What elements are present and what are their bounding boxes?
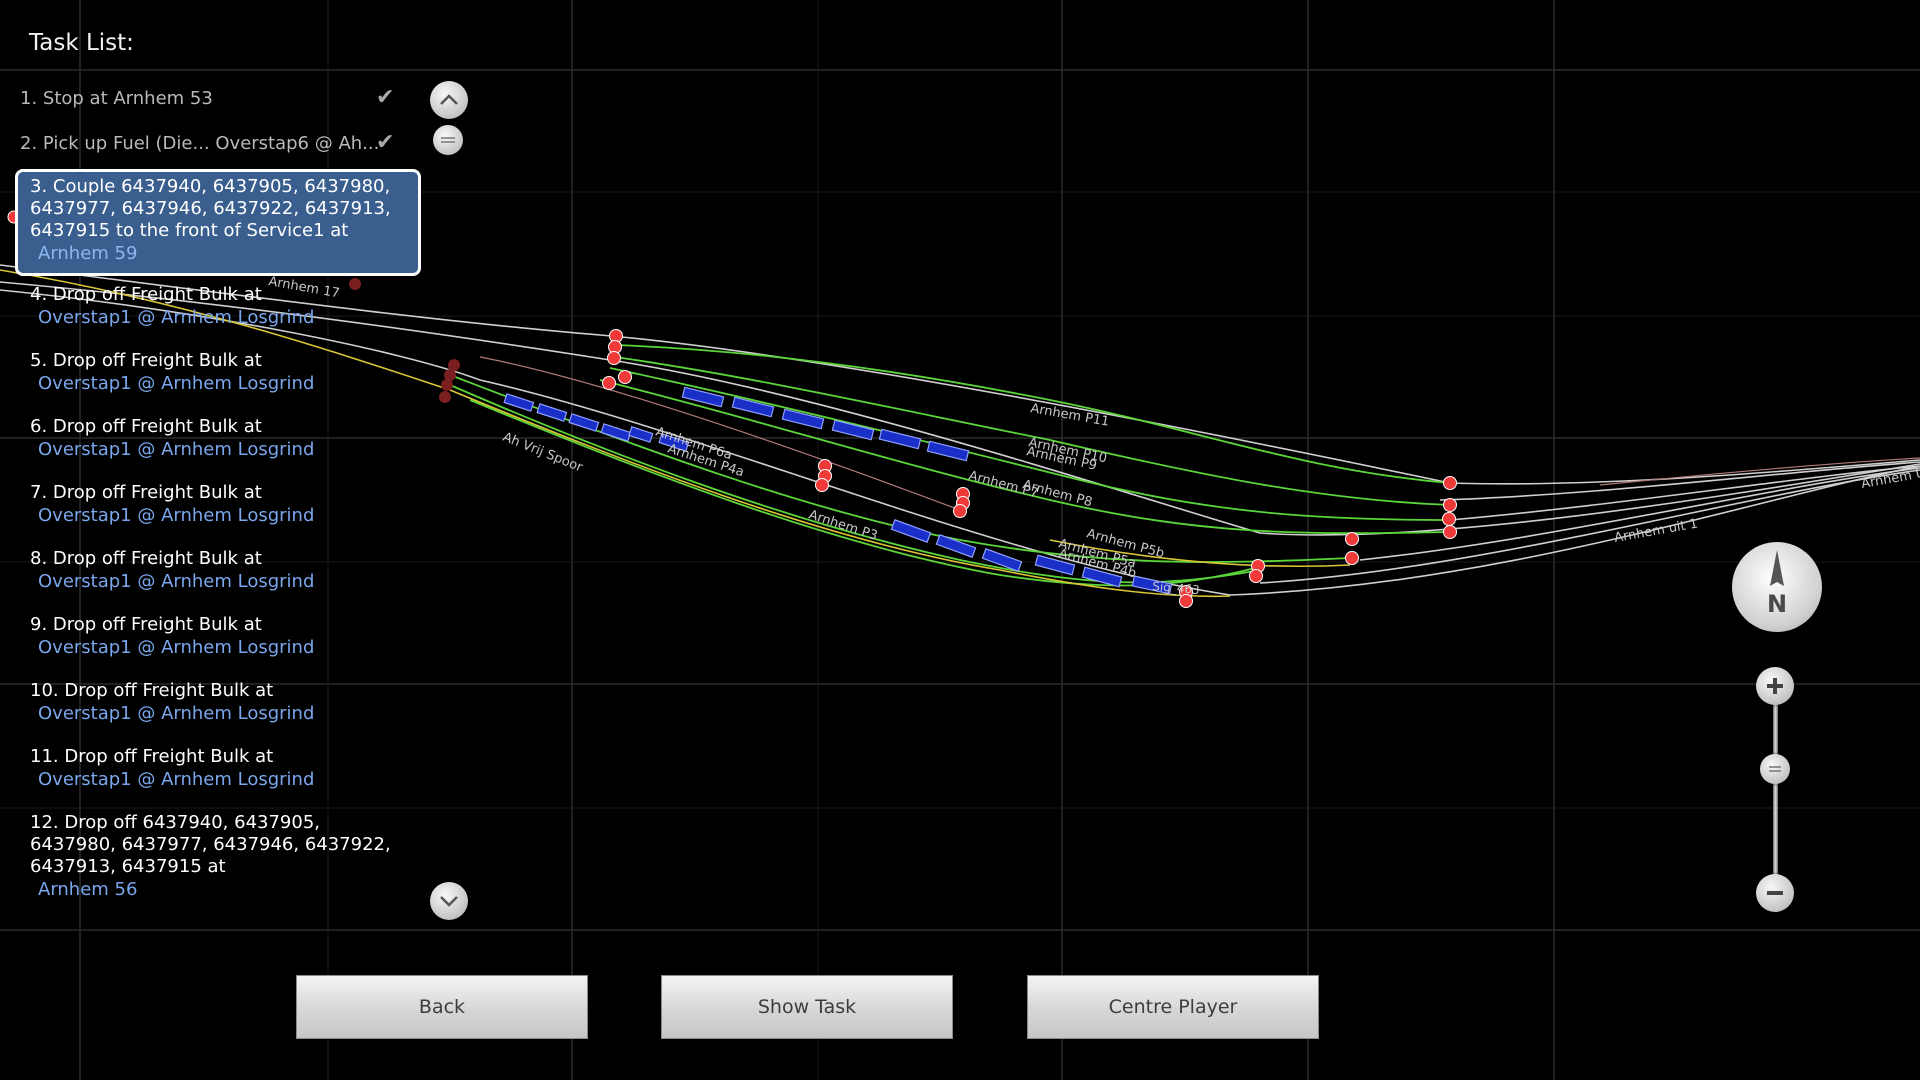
task-item-1[interactable]: 1. Stop at Arnhem 53 [20, 88, 420, 110]
task-item-location[interactable]: Arnhem 56 [30, 879, 410, 901]
zoom-slider-handle[interactable] [1760, 754, 1790, 784]
chevron-up-icon [440, 94, 458, 105]
scroll-thumb[interactable] [433, 125, 463, 155]
task-item-6[interactable]: 6. Drop off Freight Bulk at Overstap1 @ … [30, 416, 430, 461]
chevron-down-icon [440, 896, 458, 907]
task-item-location[interactable]: Overstap1 @ Arnhem Losgrind [30, 769, 430, 791]
compass-label: N [1766, 590, 1788, 618]
zoom-in-button[interactable] [1756, 667, 1794, 705]
task-item-location[interactable]: Overstap1 @ Arnhem Losgrind [30, 373, 430, 395]
task-item-text: 1. Stop at Arnhem 53 [20, 88, 213, 109]
grip-lines-icon [1769, 766, 1781, 772]
back-button[interactable]: Back [296, 975, 588, 1039]
task-item-text: 5. Drop off Freight Bulk at [30, 350, 262, 371]
minus-icon [1767, 891, 1783, 895]
task-item-2[interactable]: 2. Pick up Fuel (Die... Overstap6 @ Ah..… [20, 133, 420, 155]
north-arrow-icon [1770, 550, 1784, 586]
task-item-text: 3. Couple 6437940, 6437905, 6437980, 643… [30, 176, 391, 241]
task-item-location[interactable]: Overstap1 @ Arnhem Losgrind [30, 307, 430, 329]
task-item-text: 10. Drop off Freight Bulk at [30, 680, 274, 701]
compass[interactable]: N [1732, 542, 1822, 632]
task-item-text: 6. Drop off Freight Bulk at [30, 416, 262, 437]
task-item-8[interactable]: 8. Drop off Freight Bulk at Overstap1 @ … [30, 548, 430, 593]
task-item-5[interactable]: 5. Drop off Freight Bulk at Overstap1 @ … [30, 350, 430, 395]
task-item-location[interactable]: Overstap1 @ Arnhem Losgrind [30, 703, 430, 725]
task-list-title: Task List: [29, 30, 134, 56]
zoom-slider-track[interactable] [1773, 690, 1778, 890]
task-item-7[interactable]: 7. Drop off Freight Bulk at Overstap1 @ … [30, 482, 430, 527]
zoom-out-button[interactable] [1756, 874, 1794, 912]
task-item-location[interactable]: Arnhem 59 [30, 243, 408, 265]
task-item-text: 9. Drop off Freight Bulk at [30, 614, 262, 635]
task-item-9[interactable]: 9. Drop off Freight Bulk at Overstap1 @ … [30, 614, 430, 659]
task-item-location[interactable]: Overstap1 @ Arnhem Losgrind [30, 637, 430, 659]
task-item-text: 4. Drop off Freight Bulk at [30, 284, 262, 305]
checkmark-icon: ✔ [376, 85, 395, 110]
task-item-text: 12. Drop off 6437940, 6437905, 6437980, … [30, 812, 391, 877]
grip-lines-icon [441, 137, 455, 143]
show-task-button[interactable]: Show Task [661, 975, 953, 1039]
task-item-3-selected[interactable]: 3. Couple 6437940, 6437905, 6437980, 643… [15, 169, 421, 276]
task-item-10[interactable]: 10. Drop off Freight Bulk at Overstap1 @… [30, 680, 430, 725]
task-item-text: 8. Drop off Freight Bulk at [30, 548, 262, 569]
plus-icon [1767, 678, 1783, 694]
task-item-location[interactable]: Overstap1 @ Arnhem Losgrind [30, 571, 430, 593]
centre-player-button[interactable]: Centre Player [1027, 975, 1319, 1039]
task-item-4[interactable]: 4. Drop off Freight Bulk at Overstap1 @ … [30, 284, 430, 329]
task-item-12[interactable]: 12. Drop off 6437940, 6437905, 6437980, … [30, 812, 410, 901]
task-item-location[interactable]: Overstap1 @ Arnhem Losgrind [30, 505, 430, 527]
task-list-panel: Task List: 1. Stop at Arnhem 53 ✔ 2. Pic… [0, 0, 480, 940]
task-item-11[interactable]: 11. Drop off Freight Bulk at Overstap1 @… [30, 746, 430, 791]
checkmark-icon: ✔ [376, 130, 395, 155]
task-item-text: 2. Pick up Fuel (Die... Overstap6 @ Ah..… [20, 133, 380, 154]
scroll-up-button[interactable] [430, 81, 468, 119]
task-item-location[interactable]: Overstap1 @ Arnhem Losgrind [30, 439, 430, 461]
task-item-text: 7. Drop off Freight Bulk at [30, 482, 262, 503]
scroll-down-button[interactable] [430, 882, 468, 920]
task-item-text: 11. Drop off Freight Bulk at [30, 746, 274, 767]
